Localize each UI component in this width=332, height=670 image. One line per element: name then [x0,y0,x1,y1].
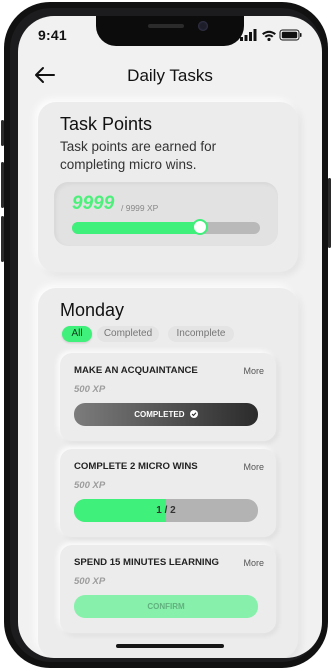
task-xp: 500 XP [74,480,106,491]
filter-incomplete[interactable]: Incomplete [168,326,234,342]
task-title: SPEND 15 MINUTES LEARNING [74,557,219,568]
completed-button[interactable]: COMPLETED [74,403,258,426]
filter-completed[interactable]: Completed [97,326,159,342]
day-title: Monday [60,300,125,320]
notch [96,16,244,46]
completed-label: COMPLETED [134,410,185,419]
task-points-description: Task points are earned for completing mi… [60,139,217,172]
points-progress-bar [72,219,260,235]
points-progress-fill [72,222,200,234]
task-xp: 500 XP [74,384,106,395]
task-title: COMPLETE 2 MICRO WINS [74,461,198,472]
task-xp: 500 XP [74,576,106,587]
status-icons [240,29,302,41]
task-title: MAKE AN ACQUAINTANCE [74,365,198,376]
power-button [328,178,331,248]
task-progress-bar: 1 / 2 [74,499,258,522]
speaker-grille [148,24,184,28]
task-progress-text: 1 / 2 [156,505,176,516]
camera-icon [198,21,208,31]
check-circle-icon [189,409,198,418]
page-title: Daily Tasks [127,66,213,85]
task-more-link[interactable]: More [243,366,264,376]
volume-up-button [1,162,4,208]
task-card-micro-wins: COMPLETE 2 MICRO WINS More 500 XP 1 / 2 [60,449,276,537]
task-more-link[interactable]: More [243,462,264,472]
task-more-link[interactable]: More [243,558,264,568]
points-value: 9999 [72,193,115,214]
points-progress-knob[interactable] [191,219,208,235]
battery-icon [279,29,302,41]
screen: 9:41 Daily Tasks Task Points Task points… [18,16,322,658]
mute-switch [1,120,4,146]
task-card-learning: SPEND 15 MINUTES LEARNING More 500 XP CO… [60,545,276,633]
wifi-icon [262,30,276,41]
task-points-title: Task Points [60,114,153,134]
task-card-acquaintance: MAKE AN ACQUAINTANCE More 500 XP COMPLET… [60,353,276,441]
points-max: / 9999 XP [121,203,159,213]
status-time: 9:41 [38,27,67,43]
signal-icon [240,29,257,41]
filter-all[interactable]: All [62,326,92,342]
volume-down-button [1,216,4,262]
home-indicator[interactable] [116,644,224,648]
confirm-button[interactable]: CONFIRM [74,595,258,618]
